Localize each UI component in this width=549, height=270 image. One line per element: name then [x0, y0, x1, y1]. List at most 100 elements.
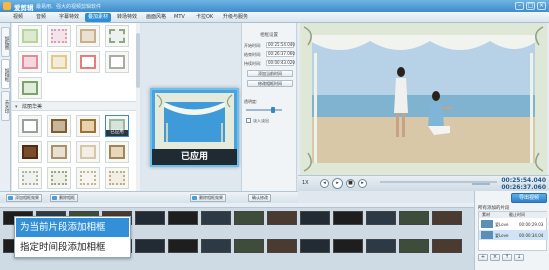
timeline-clip[interactable]: 《雪之》 [201, 211, 231, 225]
frame-thumb[interactable] [105, 25, 129, 47]
add-frame-to-time-range[interactable]: 指定时间段添加相框 [16, 238, 129, 257]
library-toolbar: 添加相框效果 删除相框 删除相框效果 确认修改 [0, 191, 298, 203]
frame-thumb[interactable] [18, 25, 42, 47]
frame-thumb[interactable] [105, 141, 129, 163]
menu-style[interactable]: 画面风格 [143, 13, 169, 22]
timeline-clip[interactable]: 《雪之》 [333, 211, 363, 225]
modify-frame-time-button[interactable]: 修改相框时间 [247, 80, 293, 87]
menu-subtitles[interactable]: 字幕特效 [56, 13, 82, 22]
frame-thumb[interactable] [18, 77, 42, 99]
timeline-clip[interactable]: 爱Love《 [168, 239, 198, 253]
segment-row[interactable]: 爱Love 00:00:29.03 [479, 219, 548, 229]
frame-thumb[interactable] [47, 167, 71, 189]
seek-bar[interactable] [380, 181, 497, 183]
frame-thumb[interactable] [47, 51, 71, 73]
maximize-button[interactable]: □ [526, 2, 535, 10]
opacity-slider-track[interactable] [246, 109, 282, 111]
export-video-button[interactable]: 导出视频 [511, 193, 547, 203]
tab-watermark[interactable]: 去水印 [1, 91, 10, 121]
frame-thumb[interactable] [18, 141, 42, 163]
applied-banner: 已应用 [152, 149, 237, 165]
timeline-clip[interactable]: 爱Love《 [234, 211, 264, 225]
library-scrollbar[interactable] [136, 23, 140, 191]
menu-overlay[interactable]: 叠加素材 [85, 13, 112, 22]
menu-transitions[interactable]: 转场特效 [114, 13, 140, 22]
timeline-clip[interactable]: 《雪之》 [399, 239, 429, 253]
speed-label[interactable]: 1X [302, 180, 309, 186]
frame-thumb[interactable] [76, 51, 100, 73]
tab-frames[interactable]: 加相框 [1, 59, 10, 89]
timeline-clip[interactable]: 爱Love《TE [168, 211, 198, 225]
add-frame-button[interactable]: 添加相框效果 [6, 194, 42, 202]
timeline-clip[interactable]: 爱Love《TOP [300, 239, 330, 253]
move-down-button[interactable]: ↓ [514, 254, 524, 261]
library-scroll-thumb[interactable] [136, 33, 140, 88]
frame-thumb[interactable] [18, 167, 42, 189]
delete-frame-button[interactable]: 删除相框 [50, 194, 78, 202]
add-frame-to-current-clip[interactable]: 为当前片段添加相框 [16, 218, 129, 237]
duration-field[interactable]: 00:00:43.020 [266, 60, 295, 66]
current-time: 00:25:54.040 [501, 177, 546, 184]
prev-frame-button[interactable]: ◂ [320, 179, 329, 188]
add-segment-button[interactable]: + [478, 254, 488, 261]
segment-buttons: + × ↑ ↓ [478, 254, 524, 261]
play-button[interactable]: ▸ [332, 178, 343, 189]
video-scene [300, 23, 547, 175]
close-button[interactable]: × [537, 2, 546, 10]
tab-stickers[interactable]: 加贴图 [1, 27, 10, 57]
opacity-slider-knob[interactable] [271, 107, 275, 113]
menu-upgrade[interactable]: 升级与服务 [220, 13, 251, 22]
timeline-clip[interactable]: 爱Love《 [234, 239, 264, 253]
stop-button[interactable]: ■ [346, 179, 355, 188]
frame-thumb[interactable] [47, 115, 71, 137]
timeline-clip[interactable]: 未命名 [267, 239, 297, 253]
menu-karaoke[interactable]: 卡拉OK [193, 13, 216, 22]
segment-table: 素材 截止时间 爱Love 00:00:29.03 爱Love 00:00:34… [478, 211, 548, 251]
next-frame-button[interactable]: ▸ [358, 179, 367, 188]
timeline-clip[interactable]: 爱Love《TOP [300, 211, 330, 225]
menu-audio[interactable]: 音频 [33, 13, 49, 22]
timeline-clip[interactable]: 未命名 [267, 211, 297, 225]
title-bar: 爱剪辑 最易用、强大的视频剪辑软件 – □ × [0, 0, 549, 12]
frame-thumb[interactable] [76, 141, 100, 163]
fade-checkbox[interactable] [246, 118, 251, 123]
frame-thumb[interactable] [18, 115, 42, 137]
timeline-clip[interactable]: 《雪之》 [333, 239, 363, 253]
start-time-field[interactable]: 00:25:54.040 [266, 42, 295, 48]
collapse-arrow-icon: ▾ [15, 104, 18, 110]
end-time-label: 结束时间: [244, 52, 262, 57]
timeline-clip[interactable]: 爱Love《TC [366, 211, 396, 225]
segment-row-selected[interactable]: 爱Love 00:00:34.04 [479, 230, 548, 240]
frame-thumb[interactable] [105, 167, 129, 189]
frame-thumb[interactable] [47, 141, 71, 163]
frame-thumb-applied[interactable]: 已应用 [105, 115, 129, 137]
volume-slider[interactable] [472, 183, 490, 185]
video-frame[interactable] [300, 23, 547, 175]
timeline-clip[interactable]: 《雪之》 [135, 239, 165, 253]
frame-thumb[interactable] [18, 51, 42, 73]
timeline-clip[interactable]: 《Ame》 [135, 211, 165, 225]
move-up-button[interactable]: ↑ [502, 254, 512, 261]
menu-mtv[interactable]: MTV [171, 13, 188, 22]
app-title: 爱剪辑 [14, 4, 34, 12]
timeline-ruler[interactable] [0, 203, 474, 208]
frame-thumb[interactable] [76, 115, 100, 137]
timeline-clip[interactable]: 未命名 [201, 239, 231, 253]
remove-effect-button[interactable]: 删除相框效果 [190, 194, 226, 202]
add-current-time-button[interactable]: 添加当前时间 [247, 70, 293, 77]
menu-video[interactable]: 视频 [10, 13, 26, 22]
delete-segment-button[interactable]: × [490, 254, 500, 261]
timeline-clip[interactable]: 爱Love《TOP [432, 239, 462, 253]
frame-thumb[interactable] [76, 167, 100, 189]
timeline-clip[interactable]: 爱Love《TOP [432, 211, 462, 225]
end-time-field[interactable]: 00:26:37.060 [266, 51, 295, 57]
minimize-button[interactable]: – [515, 2, 524, 10]
frame-thumb[interactable] [47, 25, 71, 47]
timeline-clip[interactable]: 《雪之》 [399, 211, 429, 225]
timeline-clip[interactable]: 爱Love《 [366, 239, 396, 253]
frame-thumb[interactable] [105, 51, 129, 73]
confirm-edit-button[interactable]: 确认修改 [248, 194, 271, 202]
duration-label: 持续时间: [244, 61, 262, 66]
frame-thumb[interactable] [76, 25, 100, 47]
category-header[interactable]: ▾ 炫丽华美 [12, 101, 140, 111]
